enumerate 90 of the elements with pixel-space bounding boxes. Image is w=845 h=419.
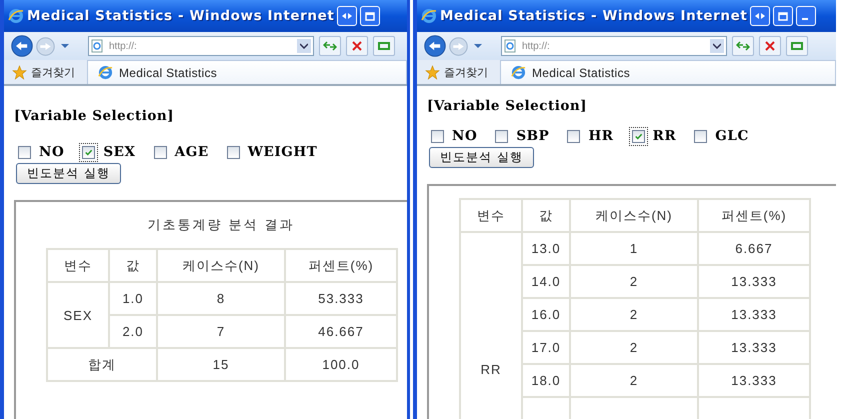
page-action-icon[interactable]: [786, 36, 808, 56]
address-field[interactable]: http://:: [501, 36, 727, 56]
table-cell: 13.333: [698, 364, 810, 397]
checkbox-label: SBP: [516, 128, 550, 144]
table-cell: 100.0: [285, 348, 397, 381]
checkbox-label: SEX: [103, 144, 136, 160]
section-heading: [Variable Selection]: [14, 108, 176, 124]
table-cell: 13.333: [698, 298, 810, 331]
table-cell: 16.0: [522, 298, 570, 331]
caret-icon[interactable]: [61, 43, 69, 49]
refresh-icon[interactable]: [319, 36, 341, 56]
table-cell: RR: [460, 232, 522, 419]
star-icon: [12, 64, 27, 80]
table-cell: 7: [157, 315, 285, 348]
column-header: 퍼센트(%): [285, 249, 397, 282]
arrows-icon[interactable]: [750, 6, 770, 26]
star-icon: [425, 64, 440, 80]
checkbox[interactable]: [154, 146, 167, 158]
checkbox-label: HR: [588, 128, 614, 144]
browser-logo-icon: [98, 65, 113, 80]
checkbox-label: WEIGHT: [248, 144, 318, 160]
dropdown-icon[interactable]: [297, 39, 311, 53]
window-title: Medical Statistics - Windows Internet: [27, 8, 334, 24]
favorites-button[interactable]: 즐겨찾기: [425, 60, 488, 84]
page-icon: [91, 39, 103, 53]
table-cell: 2: [570, 265, 698, 298]
table-cell: 13.333: [698, 331, 810, 364]
browser-logo-icon: [511, 65, 526, 80]
section-heading: [Variable Selection]: [427, 98, 588, 114]
favorites-button[interactable]: 즐겨찾기: [12, 60, 75, 84]
table-cell: 1.0: [109, 282, 157, 315]
checkbox[interactable]: [495, 130, 508, 142]
refresh-icon[interactable]: [732, 36, 754, 56]
table-cell: 14.0: [522, 265, 570, 298]
back-icon[interactable]: [423, 34, 447, 58]
table-cell: 2: [570, 331, 698, 364]
checkbox[interactable]: [18, 146, 31, 158]
table-cell: 1: [570, 232, 698, 265]
back-icon[interactable]: [10, 34, 34, 58]
browser-logo-icon: [421, 8, 437, 24]
browser-tab[interactable]: Medical Statistics: [87, 60, 407, 84]
restore-icon[interactable]: [360, 6, 380, 26]
table-cell: 13.333: [698, 265, 810, 298]
column-header: 케이스수(N): [570, 199, 698, 232]
table-cell: 15: [157, 348, 285, 381]
stop-icon[interactable]: [346, 36, 368, 56]
page-icon: [504, 39, 516, 53]
table-cell: 18.0: [522, 364, 570, 397]
column-header: 케이스수(N): [157, 249, 285, 282]
table-cell: 17.0: [522, 331, 570, 364]
page-action-icon[interactable]: [373, 36, 395, 56]
run-button[interactable]: 빈도분석 실행: [16, 163, 121, 184]
window-title: Medical Statistics - Windows Internet: [440, 8, 748, 24]
caret-icon[interactable]: [474, 43, 482, 49]
checkbox[interactable]: [226, 146, 240, 158]
checkbox-label: NO: [39, 144, 64, 160]
checkbox-label: GLC: [715, 128, 749, 144]
browser-tab[interactable]: Medical Statistics: [500, 60, 836, 84]
table-cell: 46.667: [285, 315, 397, 348]
column-header: 퍼센트(%): [698, 199, 810, 232]
checkbox-label: NO: [452, 128, 478, 144]
table-cell: 13.0: [522, 232, 570, 265]
column-header: 값: [109, 249, 157, 282]
browser-logo-icon: [8, 8, 24, 24]
table-cell: 합계: [47, 348, 157, 381]
dropdown-icon[interactable]: [710, 39, 724, 53]
table-cell: 2: [570, 364, 698, 397]
table-cell: 53.333: [285, 282, 397, 315]
table-cell: 6.667: [698, 232, 810, 265]
checkbox-label: AGE: [174, 144, 209, 160]
arrows-icon[interactable]: [337, 6, 358, 26]
table-cell: 2.0: [109, 315, 157, 348]
restore-icon[interactable]: [773, 6, 794, 26]
checkmark-icon: [634, 132, 643, 140]
checkbox-label: RR: [652, 128, 676, 144]
table-cell: 8: [157, 282, 285, 315]
column-header: 변수: [460, 199, 522, 232]
result-title: 기초통계량 분석 결과: [146, 217, 296, 234]
column-header: 값: [522, 199, 570, 232]
column-header: 변수: [47, 249, 109, 282]
checkmark-icon: [84, 148, 94, 156]
checkbox[interactable]: [694, 130, 708, 142]
checkbox[interactable]: [567, 130, 580, 142]
address-field[interactable]: http://:: [88, 36, 314, 56]
checkbox[interactable]: [431, 130, 444, 142]
minimize-icon[interactable]: [796, 6, 816, 26]
stop-icon[interactable]: [759, 36, 781, 56]
table-cell: 2: [570, 298, 698, 331]
table-cell: SEX: [47, 282, 109, 348]
run-button[interactable]: 빈도분석 실행: [429, 147, 534, 168]
